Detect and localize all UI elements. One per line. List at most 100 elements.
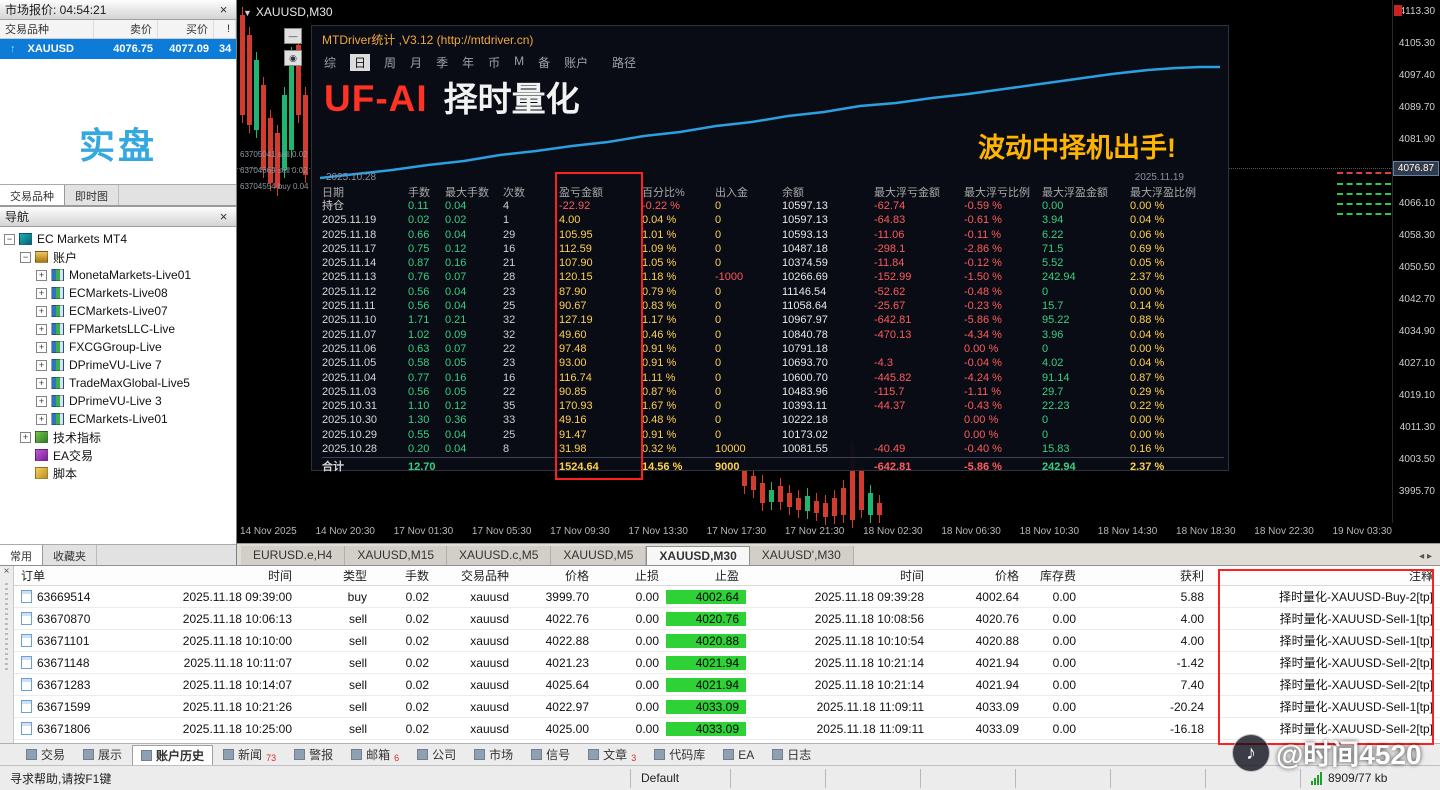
nav-item-accounts[interactable]: −账户 (0, 248, 236, 266)
time-axis[interactable]: 14 Nov 202514 Nov 20:3017 Nov 01:3017 No… (240, 526, 1392, 537)
column-ask[interactable]: 买价 (158, 20, 214, 38)
stats-menu-item[interactable]: 日 (350, 54, 370, 71)
tab-favorites[interactable]: 收藏夹 (43, 545, 97, 565)
expander-icon[interactable]: + (20, 432, 31, 443)
chart-tab-2[interactable]: XAUUSD.c,M5 (447, 546, 551, 565)
nav-item-account[interactable]: +ECMarkets-Live08 (0, 284, 236, 302)
stats-menu-item[interactable]: 季 (436, 54, 448, 71)
bottom-tab-7[interactable]: 市场 (466, 745, 521, 765)
stats-menu-item[interactable]: 备 (538, 54, 550, 71)
nav-item-account[interactable]: +DPrimeVU-Live 7 (0, 356, 236, 374)
bottom-tab-0[interactable]: 交易 (18, 745, 73, 765)
orders-col-header[interactable]: 手数 (374, 567, 436, 584)
stats-menu-item[interactable]: M (514, 54, 524, 71)
bottom-tab-2[interactable]: 账户历史 (132, 745, 213, 765)
nav-item-account[interactable]: +TradeMaxGlobal-Live5 (0, 374, 236, 392)
chart-area[interactable]: 63705041 sell 0.0263704869 sell 0.026370… (237, 0, 1440, 543)
stats-menu-item[interactable]: 月 (410, 54, 422, 71)
orders-col-header[interactable]: 时间 (164, 567, 299, 584)
profile-selector[interactable]: Default (630, 769, 730, 788)
close-icon[interactable]: × (216, 210, 231, 224)
price-axis[interactable]: 4113.304105.304097.404089.704081.904074.… (1392, 0, 1440, 523)
stats-menu-item[interactable]: 综 (324, 54, 336, 71)
candle-wick (263, 77, 264, 178)
stats-cell: 2025.11.14 (322, 256, 408, 270)
panel-minimize-button[interactable]: — (284, 28, 302, 44)
orders-col-header[interactable]: 订单 (14, 567, 164, 584)
orders-col-header[interactable]: 价格 (931, 567, 1026, 584)
drag-grip[interactable] (5, 583, 8, 673)
tab-tick-chart[interactable]: 即时图 (65, 185, 119, 205)
orders-col-header[interactable]: 止盈 (666, 567, 746, 584)
nav-item-account[interactable]: +FXCGGroup-Live (0, 338, 236, 356)
orders-col-header[interactable]: 库存费 (1026, 567, 1083, 584)
stats-menu-item[interactable]: 年 (462, 54, 474, 71)
nav-item-root[interactable]: −EC Markets MT4 (0, 230, 236, 248)
orders-col-header[interactable]: 价格 (516, 567, 596, 584)
nav-item-account[interactable]: +FPMarketsLLC-Live (0, 320, 236, 338)
nav-item-scripts[interactable]: 脚本 (0, 464, 236, 482)
orders-col-header[interactable]: 止损 (596, 567, 666, 584)
stats-cell: 2025.10.30 (322, 413, 408, 427)
mtdriver-stats-panel[interactable]: MTDriver统计 ,V3.12 (http://mtdriver.cn) 综… (311, 25, 1229, 471)
orders-col-header[interactable]: 时间 (746, 567, 931, 584)
bottom-tab-1[interactable]: 展示 (75, 745, 130, 765)
candle-wick (780, 478, 781, 510)
column-bid[interactable]: 卖价 (94, 20, 158, 38)
stats-menu-item[interactable]: 账户 (564, 54, 588, 71)
stats-menu-item[interactable]: 币 (488, 54, 500, 71)
expander-icon[interactable]: + (36, 342, 47, 353)
expander-icon[interactable]: − (4, 234, 15, 245)
symbol-row-xauusd[interactable]: ↑XAUUSD 4076.75 4077.09 34 (0, 39, 236, 59)
take-profit-cell: 4020.88 (666, 634, 746, 648)
chart-tab-3[interactable]: XAUUSD,M5 (551, 546, 646, 565)
expander-icon[interactable]: + (36, 324, 47, 335)
navigator-panel: 导航 × −EC Markets MT4−账户+MonetaMarkets-Li… (0, 207, 236, 565)
chart-tab-4[interactable]: XAUUSD,M30 (646, 546, 749, 565)
panel-screenshot-button[interactable]: ◉ (284, 50, 302, 66)
bottom-tab-3[interactable]: 新闻73 (215, 745, 284, 765)
nav-item-account[interactable]: +ECMarkets-Live01 (0, 410, 236, 428)
nav-item-indicators[interactable]: +技术指标 (0, 428, 236, 446)
orders-col-header[interactable]: 类型 (299, 567, 374, 584)
stats-menu-item[interactable]: 周 (384, 54, 396, 71)
order-cell: 5.88 (1083, 590, 1211, 604)
bottom-tab-6[interactable]: 公司 (409, 745, 464, 765)
bottom-tab-4[interactable]: 警报 (286, 745, 341, 765)
bottom-tab-11[interactable]: EA (715, 745, 762, 765)
expander-icon[interactable]: + (36, 288, 47, 299)
bottom-tab-10[interactable]: 代码库 (646, 745, 713, 765)
expander-icon[interactable]: + (36, 270, 47, 281)
nav-item-account[interactable]: +ECMarkets-Live07 (0, 302, 236, 320)
bottom-tab-9[interactable]: 文章3 (580, 745, 644, 765)
close-icon[interactable]: × (216, 3, 231, 17)
orders-col-header[interactable]: 获利 (1083, 567, 1211, 584)
stats-cell: 28 (503, 270, 559, 284)
expander-icon[interactable]: − (20, 252, 31, 263)
candlestick (240, 15, 245, 115)
column-spread[interactable]: ! (214, 20, 236, 38)
bottom-tab-8[interactable]: 信号 (523, 745, 578, 765)
close-icon[interactable]: × (0, 566, 13, 577)
chart-tab-5[interactable]: XAUUSD',M30 (750, 546, 854, 565)
stats-path-label[interactable]: 路径 (612, 54, 636, 71)
expander-icon[interactable]: + (36, 378, 47, 389)
column-symbol[interactable]: 交易品种 (0, 20, 94, 38)
panel-edge-strip[interactable]: × (0, 566, 14, 744)
nav-item-ea[interactable]: EA交易 (0, 446, 236, 464)
expander-icon[interactable]: + (36, 396, 47, 407)
bottom-tab-5[interactable]: 邮箱6 (343, 745, 407, 765)
orders-col-header[interactable]: 交易品种 (436, 567, 516, 584)
bottom-tab-icon (351, 749, 362, 760)
chart-tab-0[interactable]: EURUSD.e,H4 (241, 546, 345, 565)
bottom-tab-12[interactable]: 日志 (764, 745, 819, 765)
tab-common[interactable]: 常用 (0, 545, 43, 565)
tab-scroll-icons[interactable]: ◂ ▸ (1419, 551, 1440, 565)
nav-item-account[interactable]: +DPrimeVU-Live 3 (0, 392, 236, 410)
expander-icon[interactable]: + (36, 306, 47, 317)
expander-icon[interactable]: + (36, 414, 47, 425)
expander-icon[interactable]: + (36, 360, 47, 371)
nav-item-account[interactable]: +MonetaMarkets-Live01 (0, 266, 236, 284)
tab-symbols[interactable]: 交易品种 (0, 185, 65, 205)
chart-tab-1[interactable]: XAUUSD,M15 (345, 546, 447, 565)
